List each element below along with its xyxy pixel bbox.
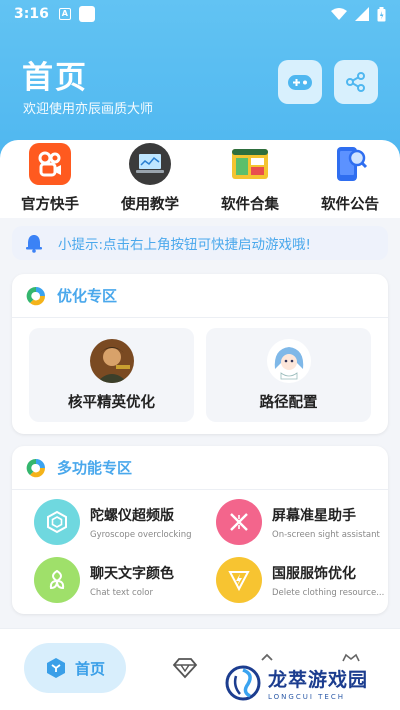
quick-launch-game-button[interactable] <box>278 60 322 104</box>
clothing-optimize-item[interactable]: 国服服饰优化 Delete clothing resource... <box>216 554 386 606</box>
notification-square-icon <box>78 6 95 22</box>
tip-text: 小提示:点击右上角按钮可快捷启动游戏哦! <box>58 237 311 253</box>
card-label: 路径配置 <box>259 394 318 411</box>
watermark-title: 龙萃游戏园 <box>268 669 369 691</box>
longcui-logo-icon <box>225 665 261 701</box>
optimize-zone-header: 优化专区 <box>12 274 388 318</box>
feature-subtitle: Chat text color <box>90 587 153 598</box>
game-optimize-card[interactable]: 核平精英优化 <box>29 328 194 422</box>
feature-subtitle: Delete clothing resource... <box>272 587 385 598</box>
gamepad-icon <box>288 75 312 90</box>
tip-banner: 小提示:点击右上角按钮可快捷启动游戏哦! <box>12 226 388 260</box>
notification-a-icon: A <box>58 8 71 20</box>
optimize-zone-panel: 优化专区 核平精英优化 路径配置 <box>12 274 388 434</box>
feature-subtitle: On-screen sight assistant <box>272 529 380 540</box>
nav-home-button[interactable]: 首页 <box>24 643 126 693</box>
category-software-collection[interactable]: 软件合集 <box>205 143 295 218</box>
diamond-icon <box>172 658 198 679</box>
app-header: 3:16 A 首页 欢迎使用亦辰画质大师 <box>0 0 400 162</box>
site-watermark: 龙萃游戏园 LONGCUI TECH <box>224 662 394 704</box>
multi-function-zone-panel: 多功能专区 陀螺仪超频版 Gyroscope overclocking 屏幕准星… <box>12 446 388 614</box>
hexagon-icon <box>34 499 80 545</box>
app-window-icon <box>229 143 271 185</box>
crown-icon <box>342 653 360 662</box>
phone-search-icon <box>329 143 371 185</box>
lightning-shield-icon <box>216 557 262 603</box>
feature-title: 屏幕准星助手 <box>272 507 356 524</box>
share-icon <box>346 72 365 92</box>
optimize-zone-title: 优化专区 <box>57 287 118 305</box>
zone-logo-icon <box>26 458 46 477</box>
category-announcement[interactable]: 软件公告 <box>305 143 395 218</box>
zone-logo-icon <box>26 286 46 305</box>
crosshair-assistant-item[interactable]: 屏幕准星助手 On-screen sight assistant <box>216 496 386 548</box>
share-button[interactable] <box>334 60 378 104</box>
feature-title: 聊天文字颜色 <box>90 565 174 582</box>
gyroscope-overclock-item[interactable]: 陀螺仪超频版 Gyroscope overclocking <box>34 496 204 548</box>
category-official-kuaishou[interactable]: 官方快手 <box>5 143 95 218</box>
home-cube-icon <box>46 658 65 678</box>
path-config-card[interactable]: 路径配置 <box>206 328 371 422</box>
chevron-up-icon <box>261 653 273 661</box>
crosshair-icon <box>216 499 262 545</box>
page-title: 首页 <box>22 60 88 96</box>
feature-title: 陀螺仪超频版 <box>90 507 174 524</box>
category-tutorial[interactable]: 使用教学 <box>105 143 195 218</box>
status-bar: 3:16 A <box>0 0 400 28</box>
laptop-icon <box>129 143 171 185</box>
category-bar: 官方快手 使用教学 软件合集 软件公告 <box>0 140 400 218</box>
kuaishou-icon <box>29 143 71 185</box>
leaf-icon <box>34 557 80 603</box>
anime-avatar <box>266 338 311 383</box>
game-avatar <box>89 338 134 383</box>
bell-icon <box>26 235 42 253</box>
category-label: 官方快手 <box>21 197 79 213</box>
status-time: 3:16 <box>14 6 49 22</box>
category-label: 使用教学 <box>121 197 179 213</box>
category-label: 软件公告 <box>321 197 379 213</box>
feature-title: 国服服饰优化 <box>272 565 356 582</box>
battery-icon <box>377 6 386 21</box>
chat-text-color-item[interactable]: 聊天文字颜色 Chat text color <box>34 554 204 606</box>
card-label: 核平精英优化 <box>68 394 155 411</box>
signal-icon <box>355 7 369 21</box>
multi-zone-header: 多功能专区 <box>12 446 388 490</box>
watermark-subtitle: LONGCUI TECH <box>268 693 345 701</box>
nav-home-label: 首页 <box>74 659 105 678</box>
page-subtitle: 欢迎使用亦辰画质大师 <box>23 102 154 117</box>
multi-zone-title: 多功能专区 <box>57 459 133 477</box>
wifi-icon <box>331 8 347 20</box>
category-label: 软件合集 <box>221 197 279 213</box>
nav-diamond-button[interactable] <box>170 653 200 683</box>
feature-subtitle: Gyroscope overclocking <box>90 529 192 540</box>
